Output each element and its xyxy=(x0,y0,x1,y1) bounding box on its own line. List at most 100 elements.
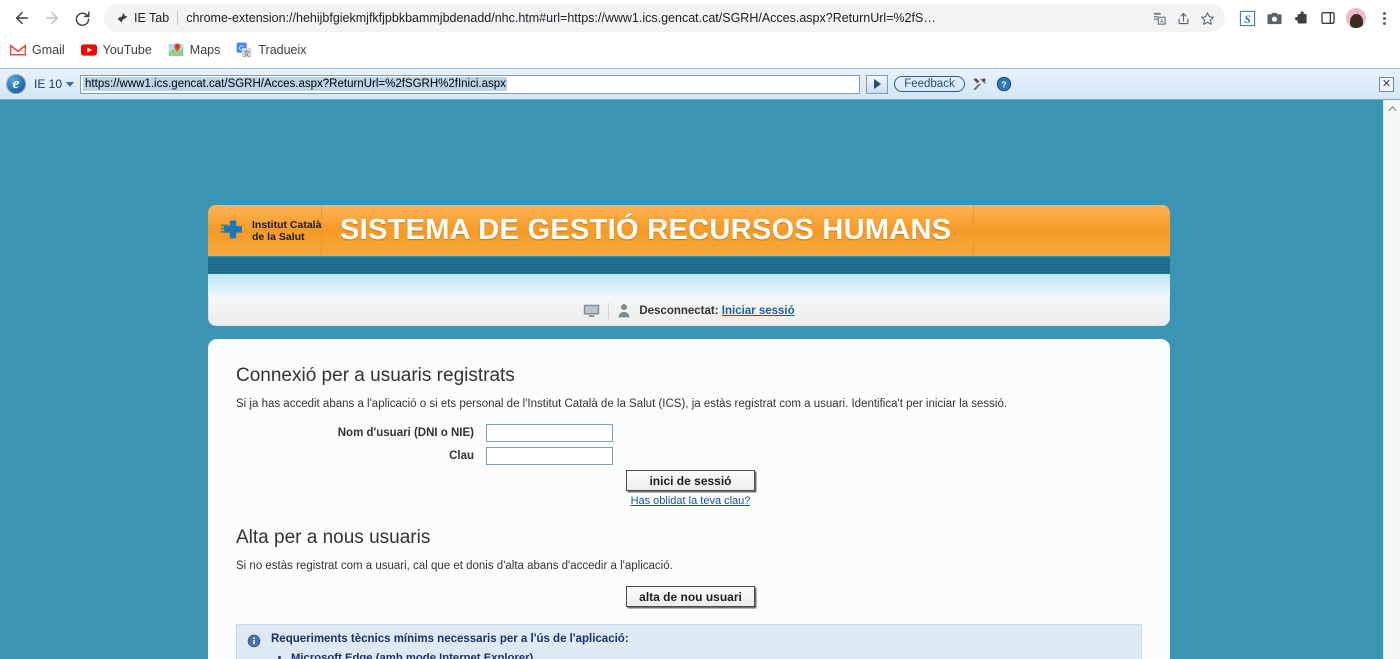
info-icon xyxy=(247,634,261,648)
status-label: Desconnectat: xyxy=(639,304,719,317)
reload-icon xyxy=(75,10,90,26)
username-row: Nom d'usuari (DNI o NIE) xyxy=(236,424,1142,442)
bookmark-youtube[interactable]: YouTube xyxy=(80,42,152,58)
ie-version-dropdown[interactable]: IE 10 xyxy=(32,77,75,91)
content-card: Connexió per a usuaris registrats Si ja … xyxy=(208,339,1170,659)
youtube-icon xyxy=(80,42,97,58)
password-label: Clau xyxy=(449,450,474,462)
s-extension-icon[interactable]: S xyxy=(1239,10,1256,27)
chevron-up-icon xyxy=(1388,105,1397,112)
bookmark-label: Gmail xyxy=(32,43,65,57)
back-arrow-icon xyxy=(16,12,28,24)
chrome-menu-kebab-icon[interactable] xyxy=(1376,11,1392,25)
extensions-puzzle-icon[interactable] xyxy=(1293,10,1310,27)
sgrh-page: Institut Català de la Salut SISTEMA DE G… xyxy=(208,100,1170,659)
requirements-title: Requeriments tècnics mínims necessaris p… xyxy=(271,633,629,645)
requirement-item: Microsoft Edge (amb mode Internet Explor… xyxy=(291,650,1129,659)
tools-glyph xyxy=(973,78,986,90)
signup-lead-text: Si no estàs registrat com a usuari, cal … xyxy=(236,560,673,572)
signup-button-row: alta de nou usuari xyxy=(236,586,1142,607)
password-input[interactable] xyxy=(486,447,613,465)
signup-section: Alta per a nous usuaris Si no estàs regi… xyxy=(236,527,1142,607)
session-status-text: Desconnectat: Iniciar sessió xyxy=(639,305,794,317)
ie-url-input[interactable]: https://www1.ics.gencat.cat/SGRH/Acces.a… xyxy=(80,74,861,94)
svg-text:?: ? xyxy=(1001,79,1006,89)
feedback-button[interactable]: Feedback xyxy=(894,76,965,92)
maps-pin-icon xyxy=(168,42,184,58)
bookmark-star-icon[interactable] xyxy=(1200,11,1215,26)
login-lead-text: Si ja has accedit abans a l'aplicació o … xyxy=(236,398,1008,410)
ie-go-button[interactable] xyxy=(866,74,889,94)
gmail-icon xyxy=(10,42,26,58)
login-submit-button[interactable]: inici de sessió xyxy=(626,470,755,491)
username-input[interactable] xyxy=(486,424,613,442)
back-button[interactable] xyxy=(8,4,36,32)
play-triangle-icon xyxy=(873,79,881,89)
status-divider xyxy=(608,302,610,319)
extension-pin-icon xyxy=(117,12,128,23)
reload-button[interactable] xyxy=(68,4,96,32)
ics-logo-text: Institut Català de la Salut xyxy=(252,219,321,243)
bookmark-maps[interactable]: Maps xyxy=(168,42,221,58)
page-viewport: Institut Català de la Salut SISTEMA DE G… xyxy=(0,100,1400,659)
scroll-up-arrow-icon[interactable] xyxy=(1384,100,1400,117)
requirements-list: Microsoft Edge (amb mode Internet Explor… xyxy=(247,650,1129,659)
page-scrollbar[interactable] xyxy=(1383,100,1400,659)
app-title-area: SISTEMA DE GESTIÓ RECURSOS HUMANS xyxy=(322,205,974,256)
secondary-nav-strip xyxy=(208,274,1170,296)
monitor-icon xyxy=(584,304,600,317)
bookmarks-bar: Gmail YouTube Maps G 文 Tradueix xyxy=(0,36,1400,64)
bookmark-tradueix[interactable]: G 文 Tradueix xyxy=(236,42,307,58)
ie-version-label: IE 10 xyxy=(34,77,63,91)
login-link[interactable]: Iniciar sessió xyxy=(722,305,795,317)
bookmark-label: Maps xyxy=(189,43,221,57)
bookmark-label: Tradueix xyxy=(258,43,307,57)
ics-cross-icon xyxy=(220,219,242,238)
help-question-icon[interactable]: ? xyxy=(995,75,1013,93)
browser-action-icons: S xyxy=(1229,8,1392,28)
extension-name: IE Tab xyxy=(134,11,170,25)
forgot-password-link[interactable]: Has oblidat la teva clau? xyxy=(626,495,755,507)
forward-button[interactable] xyxy=(38,4,66,32)
ie-url-text: https://www1.ics.gencat.cat/SGRH/Acces.a… xyxy=(83,77,507,91)
translate-icon[interactable]: A xyxy=(1152,11,1167,26)
tools-hammer-wrench-icon[interactable] xyxy=(971,75,989,93)
ics-logo-line1: Institut Català xyxy=(252,218,322,231)
ie-tab-close-button[interactable]: ✕ xyxy=(1379,76,1395,92)
password-row: Clau xyxy=(236,447,1142,465)
login-button-row: inici de sessió xyxy=(236,470,1142,491)
screenshot-camera-icon[interactable] xyxy=(1266,10,1283,27)
chevron-down-icon xyxy=(66,81,75,87)
app-title: SISTEMA DE GESTIÓ RECURSOS HUMANS xyxy=(340,214,952,246)
forward-arrow-icon xyxy=(46,12,58,24)
address-text: chrome-extension://hehijbfgiekmjfkfjpbkb… xyxy=(186,11,936,25)
login-heading: Connexió per a usuaris registrats xyxy=(236,365,515,386)
browser-toolbar: IE Tab chrome-extension://hehijbfgiekmjf… xyxy=(0,0,1400,36)
browser-chrome: IE Tab chrome-extension://hehijbfgiekmjf… xyxy=(0,0,1400,68)
session-status-bar: Desconnectat: Iniciar sessió xyxy=(208,296,1170,326)
help-glyph: ? xyxy=(996,76,1011,92)
side-panel-icon[interactable] xyxy=(1320,10,1336,26)
ie-tab-toolbar: e IE 10 https://www1.ics.gencat.cat/SGRH… xyxy=(0,68,1400,100)
app-header-banner: Institut Català de la Salut SISTEMA DE G… xyxy=(208,205,1170,256)
requirements-header: Requeriments tècnics mínims necessaris p… xyxy=(247,633,1129,648)
user-icon xyxy=(618,304,630,318)
primary-nav-strip xyxy=(208,256,1170,274)
bookmark-label: YouTube xyxy=(102,43,152,57)
ics-logo: Institut Català de la Salut xyxy=(208,205,322,256)
signup-heading: Alta per a nous usuaris xyxy=(236,527,431,548)
extension-chip[interactable]: IE Tab xyxy=(116,11,179,25)
forgot-password-row: Has oblidat la teva clau? xyxy=(236,495,1142,507)
username-label: Nom d'usuari (DNI o NIE) xyxy=(337,427,474,439)
svg-text:S: S xyxy=(1244,13,1250,25)
svg-text:文: 文 xyxy=(244,49,251,58)
share-icon[interactable] xyxy=(1176,11,1191,26)
google-translate-icon: G 文 xyxy=(236,42,252,58)
signup-button[interactable]: alta de nou usuari xyxy=(626,586,755,607)
avatar-head-shape xyxy=(1349,14,1363,28)
banner-filler xyxy=(974,205,1170,256)
requirements-box: Requeriments tècnics mínims necessaris p… xyxy=(236,624,1142,659)
profile-avatar[interactable] xyxy=(1346,8,1366,28)
bookmark-gmail[interactable]: Gmail xyxy=(10,42,65,58)
address-bar[interactable]: IE Tab chrome-extension://hehijbfgiekmjf… xyxy=(104,4,1225,32)
